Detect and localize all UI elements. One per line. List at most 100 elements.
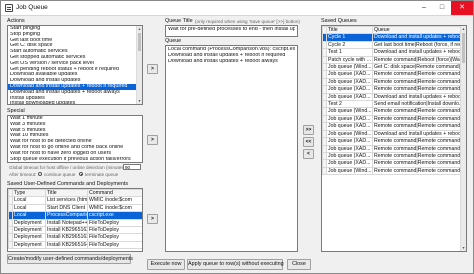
close-icon[interactable]: ✕ xyxy=(451,1,473,15)
table-row[interactable]: Job queue (XAD... Remote command|Remote c… xyxy=(322,70,462,79)
title-cell[interactable]: Job queue (XAD... xyxy=(326,77,373,87)
queue-cell[interactable]: Download and install updates + reboo... xyxy=(372,48,462,57)
terminate-queue-radio[interactable] xyxy=(79,172,83,176)
title-cell[interactable]: Patch cycle with ... xyxy=(326,55,373,65)
scroll-up-icon[interactable]: ▲ xyxy=(137,26,142,32)
title-cell[interactable]: ProcessComparison xyxy=(45,211,88,220)
title-cell[interactable]: List services (html) xyxy=(45,196,88,205)
command-cell[interactable]: FileToDeploy xyxy=(87,226,142,235)
save-queue-button[interactable]: >> xyxy=(303,125,314,135)
command-cell[interactable]: cscript.exe xyxy=(87,211,142,220)
title-cell[interactable]: Job queue (XAD... xyxy=(326,92,373,102)
special-item[interactable]: Stop queue execution if previous action … xyxy=(8,157,142,162)
title-cell[interactable]: Start DNS Client xyxy=(45,203,88,213)
queue-cell[interactable]: Remote command|Remote command|... xyxy=(372,85,462,94)
title-cell[interactable]: Job queue (XAD... xyxy=(326,151,373,161)
title-cell[interactable]: Job queue (XAD... xyxy=(326,114,373,124)
table-row[interactable]: Job queue (XAD... Remote command|Remote c… xyxy=(322,122,462,131)
type-cell[interactable]: Deployment xyxy=(12,240,46,250)
scroll-up-icon[interactable]: ▲ xyxy=(461,26,466,32)
queue-cell[interactable]: Remote command|Remote command|... xyxy=(372,144,462,153)
title-cell[interactable]: Install Notepad++ xyxy=(45,218,88,228)
table-row[interactable]: Job queue (XAD... Remote command|Remote c… xyxy=(322,151,462,161)
queue-list[interactable]: Local command (ProcessComparison.vbs): c… xyxy=(165,45,298,252)
table-row[interactable]: Deployment Install KB2965164 FileToDeploy xyxy=(8,240,142,250)
queue-cell[interactable]: Remote command|Remote command|... xyxy=(372,70,462,79)
queue-cell[interactable]: Remote command|Remote command|... xyxy=(372,151,462,161)
title-cell[interactable]: Job queue (Wind... xyxy=(326,129,373,139)
queue-cell[interactable]: Download and install updates + reboo... xyxy=(372,129,462,139)
scroll-thumb[interactable] xyxy=(462,33,465,63)
queue-item[interactable]: Download and install updates + reboot al… xyxy=(168,59,295,65)
column-header-title[interactable]: Title xyxy=(326,26,373,35)
scroll-down-icon[interactable]: ▼ xyxy=(137,98,142,104)
queue-cell[interactable]: Download and install updates + reboo... xyxy=(372,92,462,102)
actions-list[interactable]: Start pinging Stop pinging Get last boot t… xyxy=(7,25,143,105)
queue-cell[interactable]: Get last boot time|Reboot (force, if req… xyxy=(372,40,462,50)
actions-scrollbar[interactable]: ▲ ▼ xyxy=(136,26,142,104)
queue-cell[interactable]: Remote command|Remote command|... xyxy=(372,77,462,87)
title-cell[interactable]: Install KB2965162 xyxy=(45,226,88,235)
queue-cell[interactable]: Get C: disk space|Remote command|Sh... xyxy=(372,63,462,72)
table-row[interactable]: Job queue (Wind... Remote command|Remote … xyxy=(322,166,462,176)
title-cell[interactable]: Job queue (XAD... xyxy=(326,144,373,153)
close-button[interactable]: Close xyxy=(287,259,311,270)
table-row[interactable]: Job queue (XAD... Remote command|Remote c… xyxy=(322,114,462,124)
table-row[interactable]: Test 1 Download and install updates + reb… xyxy=(322,48,462,57)
scroll-down-icon[interactable]: ▼ xyxy=(461,245,466,251)
queue-cell[interactable]: Remote command|Remote command|... xyxy=(372,122,462,131)
title-cell[interactable]: Job queue (Wind... xyxy=(326,107,373,116)
table-row[interactable]: Job queue (Wind... Get C: disk space|Remo… xyxy=(322,63,462,72)
title-cell[interactable]: Cycle 2 xyxy=(326,40,373,50)
title-cell[interactable]: Install KB2965164 xyxy=(45,240,88,250)
queue-cell[interactable]: Remote command|Remote command|... xyxy=(372,137,462,146)
table-row[interactable]: Deployment Install Notepad++ FileToDeploy xyxy=(8,218,142,228)
add-special-button[interactable]: > xyxy=(147,135,158,145)
table-row[interactable]: Patch cycle with ... Remote command|Reboo… xyxy=(322,55,462,65)
table-row[interactable]: Deployment Install KB2965163 FileToDeploy xyxy=(8,233,142,242)
title-cell[interactable]: Cycle 1 xyxy=(326,33,373,42)
saved-queues-grid[interactable]: Title Queue Cycle 1 Download and install … xyxy=(321,25,467,252)
type-cell[interactable]: Deployment xyxy=(12,226,46,235)
table-row[interactable]: Local List services (html) WMIC /node:$com xyxy=(8,196,142,205)
table-row[interactable]: Job queue (Wind... Download and install u… xyxy=(322,129,462,139)
column-header-command[interactable]: Command xyxy=(87,189,142,198)
table-row[interactable]: Job queue (XAD... Remote command|Remote c… xyxy=(322,137,462,146)
table-row[interactable]: Job queue (XAD... Remote command|Remote c… xyxy=(322,77,462,87)
execute-now-button[interactable]: Execute now xyxy=(147,259,185,270)
command-cell[interactable]: FileToDeploy xyxy=(87,233,142,242)
queue-cell[interactable]: Remote command|Remote command|... xyxy=(372,107,462,116)
queue-cell[interactable]: Remote command|Reboot (force)|Wai... xyxy=(372,55,462,65)
add-command-button[interactable]: > xyxy=(147,214,158,224)
type-cell[interactable]: Deployment xyxy=(12,218,46,228)
column-header-queue[interactable]: Queue xyxy=(372,26,462,35)
column-header-title[interactable]: Title xyxy=(45,189,88,198)
command-cell[interactable]: WMIC /node:$com xyxy=(87,203,142,213)
title-cell[interactable]: Job queue (XAD... xyxy=(326,85,373,94)
maximize-icon[interactable]: □ xyxy=(433,1,451,15)
title-cell[interactable]: Job queue (Wind... xyxy=(326,166,373,176)
table-row[interactable]: LocalProcessComparisoncscript.exe xyxy=(8,211,142,220)
special-list[interactable]: Wait 1 minute Wait 3 minutes Wait 5 minute… xyxy=(7,115,143,163)
table-row[interactable]: Job queue (XAD... Remote command|Remote c… xyxy=(322,144,462,153)
load-queue-button[interactable]: << xyxy=(303,137,314,147)
command-cell[interactable]: WMIC /node:$com xyxy=(87,196,142,205)
manage-commands-button[interactable]: Create/modify user-defined commands/depl… xyxy=(7,254,133,264)
type-cell[interactable]: Local xyxy=(12,196,46,205)
table-row[interactable]: Job queue (XAD... Remote command|Remote c… xyxy=(322,159,462,168)
table-row[interactable]: Job queue (Wind... Remote command|Remote … xyxy=(322,107,462,116)
continue-queue-radio[interactable] xyxy=(38,172,42,176)
queue-cell[interactable]: Send email notification|Install downlo..… xyxy=(372,100,462,109)
table-row[interactable]: Job queue (XAD... Download and install up… xyxy=(322,92,462,102)
scroll-thumb[interactable] xyxy=(138,33,141,51)
command-cell[interactable]: FileToDeploy xyxy=(87,218,142,228)
type-cell[interactable]: Local xyxy=(12,203,46,213)
queue-title-input[interactable]: Wait for pre-defined processes to end - … xyxy=(165,25,298,37)
table-row[interactable]: Deployment Install KB2965162 FileToDeploy xyxy=(8,226,142,235)
remove-from-queue-button[interactable]: < xyxy=(303,149,314,159)
queue-cell[interactable]: Remote command|Remote command|... xyxy=(372,166,462,176)
add-action-button[interactable]: > xyxy=(147,64,158,74)
title-cell[interactable]: Test 1 xyxy=(326,48,373,57)
column-header-type[interactable]: Type xyxy=(12,189,46,198)
title-cell[interactable]: Job queue (XAD... xyxy=(326,122,373,131)
